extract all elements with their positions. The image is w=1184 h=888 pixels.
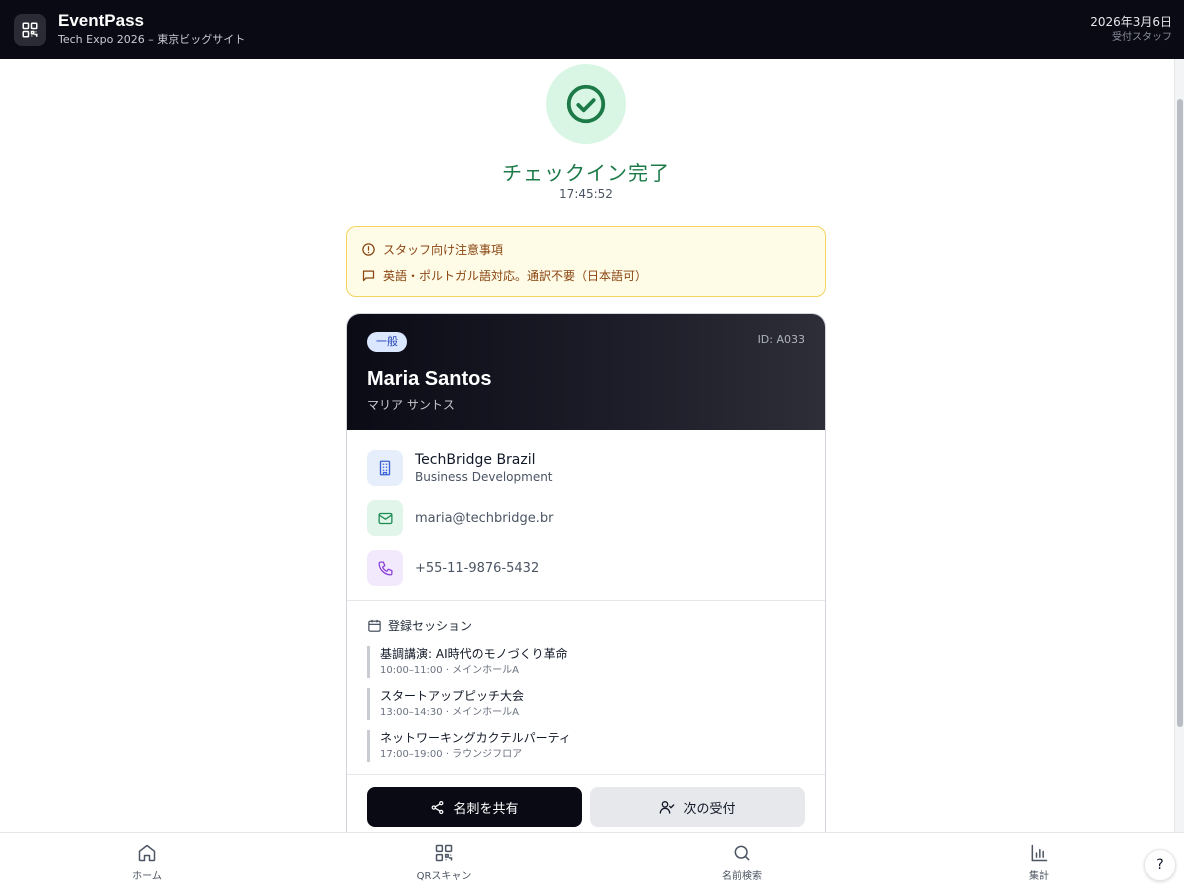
session-title: 基調講演: AI時代のモノづくり革命 — [380, 647, 568, 661]
calendar-icon — [368, 619, 381, 632]
nav-qr-scan-label: QRスキャン — [416, 871, 472, 882]
message-icon — [362, 270, 375, 281]
share-icon — [432, 800, 444, 814]
home-icon — [138, 844, 156, 862]
registered-sessions: 登録セッション 基調講演: AI時代のモノづくり革命 10:00–11:00 ·… — [347, 601, 825, 775]
notice-text: 英語・ポルトガル語対応。通訳不要（日本語可） — [383, 268, 648, 283]
check-circle-icon — [546, 64, 626, 144]
user-check-icon — [660, 801, 675, 814]
sessions-heading: 登録セッション — [388, 619, 473, 633]
help-button[interactable]: ? — [1144, 849, 1176, 881]
nav-name-search[interactable]: 名前検索 — [697, 843, 787, 882]
checkin-time: 17:45:52 — [559, 187, 613, 201]
app-name: EventPass — [58, 11, 144, 30]
qr-code-icon — [435, 844, 453, 862]
attendee-card: 一般 ID: A033 Maria Santos マリア サントス TechBr… — [346, 313, 826, 832]
session-meta: 13:00–14:30 · メインホールA — [380, 707, 520, 718]
bar-chart-icon — [1031, 844, 1048, 862]
nav-home[interactable]: ホーム — [102, 843, 192, 882]
attendee-info: TechBridge Brazil Business Development m… — [347, 430, 825, 601]
session-item: 基調講演: AI時代のモノづくり革命 10:00–11:00 · メインホールA — [367, 646, 805, 678]
notice-title: スタッフ向け注意事項 — [383, 242, 504, 257]
company-name: TechBridge Brazil — [415, 452, 536, 468]
scrollbar[interactable] — [1174, 59, 1184, 832]
attendee-card-header: 一般 ID: A033 Maria Santos マリア サントス — [347, 314, 825, 430]
phone-icon — [367, 550, 403, 586]
department: Business Development — [415, 470, 553, 484]
nav-qr-scan[interactable]: QRスキャン — [399, 843, 489, 882]
next-checkin-button[interactable]: 次の受付 — [590, 787, 805, 827]
attendee-name-kana: マリア サントス — [367, 398, 455, 412]
current-date: 2026年3月6日 — [1090, 15, 1172, 29]
session-item: ネットワーキングカクテルパーティ 17:00–19:00 · ラウンジフロア — [367, 730, 805, 762]
session-title: ネットワーキングカクテルパーティ — [380, 731, 571, 745]
bottom-navigation: ホーム QRスキャン 名前検索 集計 — [0, 832, 1184, 888]
mail-icon — [367, 500, 403, 536]
next-checkin-label: 次の受付 — [683, 801, 736, 817]
building-icon — [367, 450, 403, 486]
share-card-button[interactable]: 名刺を共有 — [367, 787, 582, 827]
nav-stats-label: 集計 — [1029, 871, 1049, 882]
email-address[interactable]: maria@techbridge.br — [415, 511, 553, 526]
checkin-status-title: チェックイン完了 — [502, 161, 670, 185]
event-name: Tech Expo 2026 – 東京ビッグサイト — [58, 33, 246, 46]
attendee-id: ID: A033 — [757, 333, 805, 346]
search-icon — [734, 845, 750, 861]
nav-home-label: ホーム — [132, 871, 162, 882]
staff-notice: スタッフ向け注意事項 英語・ポルトガル語対応。通訳不要（日本語可） — [346, 226, 826, 297]
app-header: EventPass Tech Expo 2026 – 東京ビッグサイト 2026… — [0, 0, 1184, 59]
share-card-label: 名刺を共有 — [453, 801, 519, 817]
card-actions: 名刺を共有 次の受付 — [347, 775, 825, 832]
attendee-name: Maria Santos — [367, 368, 492, 390]
main-content[interactable]: チェックイン完了 17:45:52 スタッフ向け注意事項 英語・ポルトガル語対応… — [0, 59, 1174, 832]
staff-role: 受付スタッフ — [1112, 32, 1172, 43]
category-badge: 一般 — [367, 332, 407, 352]
session-item: スタートアップピッチ大会 13:00–14:30 · メインホールA — [367, 688, 805, 720]
scrollbar-thumb[interactable] — [1177, 99, 1183, 727]
nav-stats[interactable]: 集計 — [994, 843, 1084, 882]
nav-name-search-label: 名前検索 — [722, 871, 762, 882]
phone-number[interactable]: +55-11-9876-5432 — [415, 561, 539, 576]
session-title: スタートアップピッチ大会 — [380, 689, 525, 703]
session-meta: 17:00–19:00 · ラウンジフロア — [380, 749, 523, 760]
alert-circle-icon — [362, 242, 375, 256]
qr-code-icon — [14, 13, 46, 46]
session-meta: 10:00–11:00 · メインホールA — [380, 665, 520, 676]
